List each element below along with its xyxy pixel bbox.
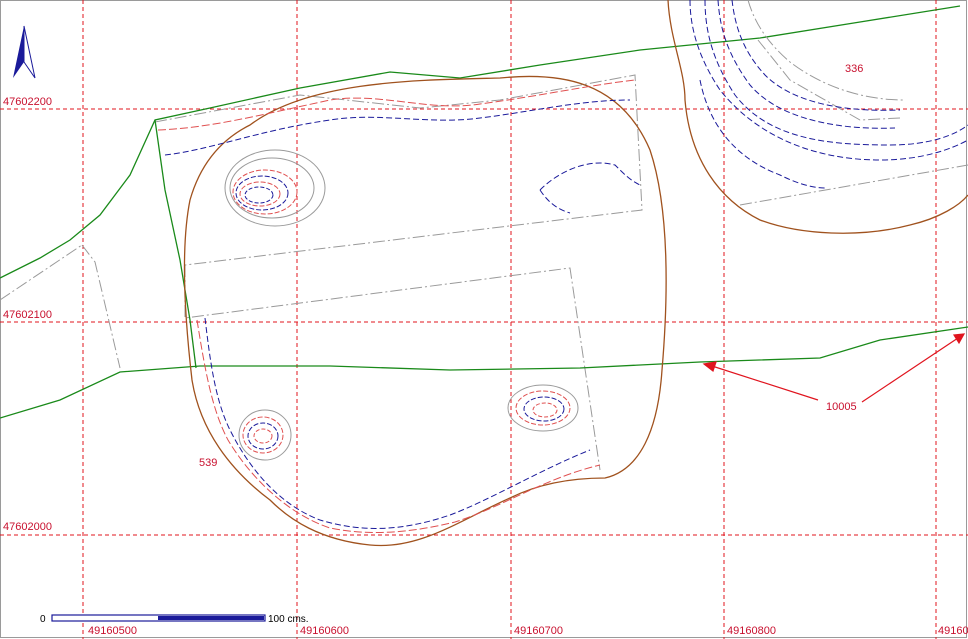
feature-label-10005: 10005 bbox=[826, 401, 857, 413]
grid-label-y-1: 47602200 bbox=[3, 96, 52, 108]
feature-label-539: 539 bbox=[199, 457, 217, 469]
grid-label-x-1: 49160500 bbox=[88, 625, 137, 637]
map-frame bbox=[0, 0, 967, 638]
grid-label-y-2: 47602100 bbox=[3, 309, 52, 321]
grid-label-x-3: 49160700 bbox=[514, 625, 563, 637]
site-plan-map: 0 100 cms. 47602200 47602100 47602000 49… bbox=[0, 0, 968, 639]
grid-label-x-4: 49160800 bbox=[727, 625, 776, 637]
grid-label-x-5: 49160 bbox=[938, 625, 968, 637]
scale-bar-end: 100 cms. bbox=[268, 614, 309, 625]
grid-label-x-2: 49160600 bbox=[300, 625, 349, 637]
feature-label-336: 336 bbox=[845, 63, 863, 75]
grid-label-y-3: 47602000 bbox=[3, 521, 52, 533]
scale-bar-start: 0 bbox=[40, 614, 46, 625]
